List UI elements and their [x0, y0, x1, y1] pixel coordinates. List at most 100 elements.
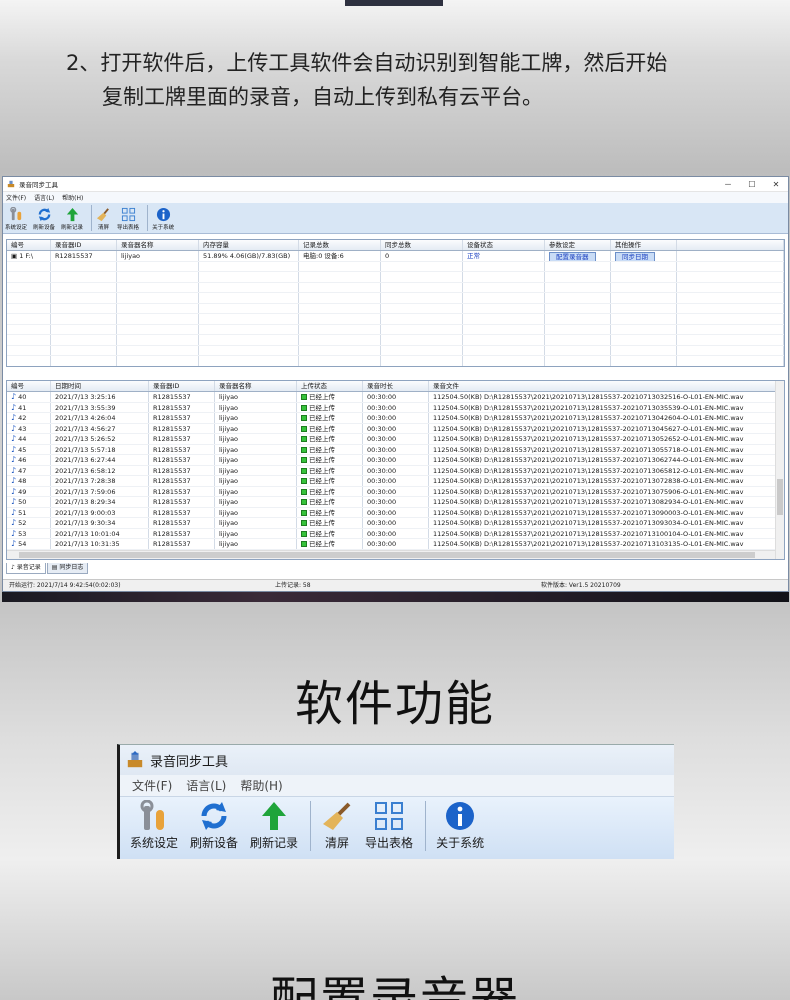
minimize-button[interactable]: － [716, 179, 740, 190]
menu-file[interactable]: 文件(F) [6, 193, 26, 202]
record-row[interactable]: ♪ 46 2021/7/13 6:27:44 R12815537 lijiyao 已经上传… [7, 455, 784, 466]
about-button[interactable]: 关于系统 [436, 800, 484, 851]
background-strip [2, 592, 789, 602]
maximize-button[interactable]: ☐ [740, 180, 764, 189]
col-header[interactable]: 录音器名称 [215, 381, 297, 391]
scroll-thumb[interactable] [19, 552, 755, 558]
record-row[interactable]: ♪ 43 2021/7/13 4:56:27 R12815537 lijiyao 已经上传… [7, 423, 784, 434]
col-header[interactable]: 录音器ID [149, 381, 215, 391]
record-name: lijiyao [219, 477, 239, 485]
tab-sync-log[interactable]: ▤ 同步日志 [46, 563, 89, 574]
menu-help[interactable]: 帮助(H) [240, 777, 282, 794]
clear-screen-button[interactable]: 清屏 [321, 800, 353, 851]
col-header[interactable]: 编号 [7, 381, 51, 391]
record-file: 112504.50(KB) D:\R12815537\2021\20210713… [433, 445, 744, 454]
intro-paragraph: 2、打开软件后，上传工具软件会自动识别到智能工牌，然后开始 复制工牌里面的录音，… [66, 46, 756, 114]
record-row[interactable]: ♪ 48 2021/7/13 7:28:38 R12815537 lijiyao 已经上传… [7, 476, 784, 487]
record-no: 51 [18, 508, 27, 517]
col-header[interactable]: 其他操作 [611, 240, 677, 250]
refresh-records-button[interactable]: 刷新记录 [250, 800, 298, 851]
col-header[interactable]: 录音文件 [429, 381, 784, 391]
record-state: 已经上传 [309, 508, 335, 517]
record-file: 112504.50(KB) D:\R12815537\2021\20210713… [433, 403, 744, 412]
record-time: 2021/7/13 3:25:16 [55, 393, 116, 401]
record-file: 112504.50(KB) D:\R12815537\2021\20210713… [433, 498, 744, 506]
record-no: 52 [18, 519, 27, 527]
record-row[interactable]: ♪ 40 2021/7/13 3:25:16 R12815537 lijiyao 已经上传… [7, 392, 784, 403]
refresh-icon [38, 207, 50, 222]
col-header[interactable]: 上传状态 [297, 381, 363, 391]
col-header[interactable]: 内存容量 [199, 240, 299, 250]
record-row[interactable]: ♪ 49 2021/7/13 7:59:06 R12815537 lijiyao 已经上传… [7, 486, 784, 497]
record-row[interactable]: ♪ 41 2021/7/13 3:55:39 R12815537 lijiyao 已经上传… [7, 402, 784, 413]
sync-date-button[interactable]: 同步日期 [615, 252, 655, 261]
record-row[interactable]: ♪ 44 2021/7/13 5:26:52 R12815537 lijiyao 已经上传… [7, 434, 784, 445]
record-dur: 00:30:00 [367, 414, 397, 422]
record-id: R12815537 [153, 424, 191, 433]
refresh-device-button[interactable]: 刷新设备 [33, 207, 55, 231]
col-header[interactable]: 日期时间 [51, 381, 149, 391]
configure-recorder-button[interactable]: 配置录音器 [549, 252, 596, 261]
record-row[interactable]: ♪ 51 2021/7/13 9:00:03 R12815537 lijiyao 已经上传… [7, 507, 784, 518]
green-arrow-up-icon [262, 802, 287, 830]
refresh-device-button[interactable]: 刷新设备 [190, 800, 238, 851]
record-no: 53 [18, 529, 27, 538]
record-file: 112504.50(KB) D:\R12815537\2021\20210713… [433, 435, 744, 443]
record-file: 112504.50(KB) D:\R12815537\2021\20210713… [433, 508, 744, 517]
col-header[interactable]: 编号 [7, 240, 51, 250]
device-row[interactable]: ▣ 1 F:\ R12815537 lijiyao 51.89% 4.06(GB… [7, 251, 784, 262]
col-header[interactable]: 同步总数 [381, 240, 463, 250]
export-table-button[interactable]: 导出表格 [365, 800, 413, 851]
table-grid-icon [121, 207, 135, 222]
info-icon [446, 802, 475, 830]
record-no: 43 [18, 424, 27, 433]
col-header[interactable]: 录音器ID [51, 240, 117, 250]
col-header[interactable]: 参数设定 [545, 240, 611, 250]
menu-bar: 文件(F) 语言(L) 帮助(H) [3, 192, 788, 203]
record-file: 112504.50(KB) D:\R12815537\2021\20210713… [433, 487, 744, 496]
record-name: lijiyao [219, 456, 239, 464]
record-file: 112504.50(KB) D:\R12815537\2021\20210713… [433, 540, 744, 548]
record-row[interactable]: ♪ 52 2021/7/13 9:30:34 R12815537 lijiyao 已经上传… [7, 518, 784, 529]
record-state: 已经上传 [309, 477, 335, 485]
col-header[interactable]: 记录总数 [299, 240, 381, 250]
scroll-thumb[interactable] [777, 479, 783, 515]
menu-help[interactable]: 帮助(H) [62, 193, 83, 202]
record-row[interactable]: ♪ 53 2021/7/13 10:01:04 R12815537 lijiyao 已经上… [7, 528, 784, 539]
note-icon: ♪ [11, 518, 17, 527]
export-table-button[interactable]: 导出表格 [117, 207, 139, 231]
note-icon: ♪ [11, 465, 17, 475]
vertical-scrollbar[interactable] [775, 381, 784, 559]
about-button[interactable]: 关于系统 [152, 207, 174, 231]
record-row[interactable]: ♪ 54 2021/7/13 10:31:35 R12815537 lijiyao 已经上… [7, 539, 784, 550]
system-settings-button[interactable]: 系统设定 [5, 207, 27, 231]
top-decor-bar [345, 0, 443, 6]
col-header[interactable]: 录音器名称 [117, 240, 199, 250]
menu-language[interactable]: 语言(L) [34, 193, 54, 202]
record-name: lijiyao [219, 435, 239, 443]
note-icon: ♪ [11, 392, 17, 401]
record-row[interactable]: ♪ 50 2021/7/13 8:29:34 R12815537 lijiyao 已经上传… [7, 497, 784, 508]
window-title: 录音同步工具 [19, 181, 58, 189]
toolbar-separator [147, 205, 149, 231]
table-grid-icon [375, 802, 404, 830]
record-row[interactable]: ♪ 47 2021/7/13 6:58:12 R12815537 lijiyao 已经上传… [7, 465, 784, 476]
menu-file[interactable]: 文件(F) [132, 777, 172, 794]
horizontal-scrollbar[interactable] [7, 550, 775, 559]
refresh-records-button[interactable]: 刷新记录 [61, 207, 83, 231]
tab-records[interactable]: ♪ 录音记录 [6, 563, 46, 574]
empty-rows [7, 261, 784, 366]
record-dur: 00:30:00 [367, 424, 397, 433]
record-state: 已经上传 [309, 424, 335, 433]
record-row[interactable]: ♪ 45 2021/7/13 5:57:18 R12815537 lijiyao 已经上传… [7, 444, 784, 455]
col-header[interactable]: 录音时长 [363, 381, 429, 391]
close-button[interactable]: ✕ [764, 180, 788, 189]
clear-screen-button[interactable]: 清屏 [96, 207, 111, 231]
drive-icon: ▣ [11, 252, 20, 260]
menu-language[interactable]: 语言(L) [186, 777, 226, 794]
col-header[interactable]: 设备状态 [463, 240, 545, 250]
bottom-tabs: ♪ 录音记录 ▤ 同步日志 [6, 563, 89, 574]
record-row[interactable]: ♪ 42 2021/7/13 4:26:04 R12815537 lijiyao 已经上传… [7, 413, 784, 424]
intro-line-1: 2、打开软件后，上传工具软件会自动识别到智能工牌，然后开始 [66, 51, 668, 75]
system-settings-button[interactable]: 系统设定 [130, 800, 178, 851]
